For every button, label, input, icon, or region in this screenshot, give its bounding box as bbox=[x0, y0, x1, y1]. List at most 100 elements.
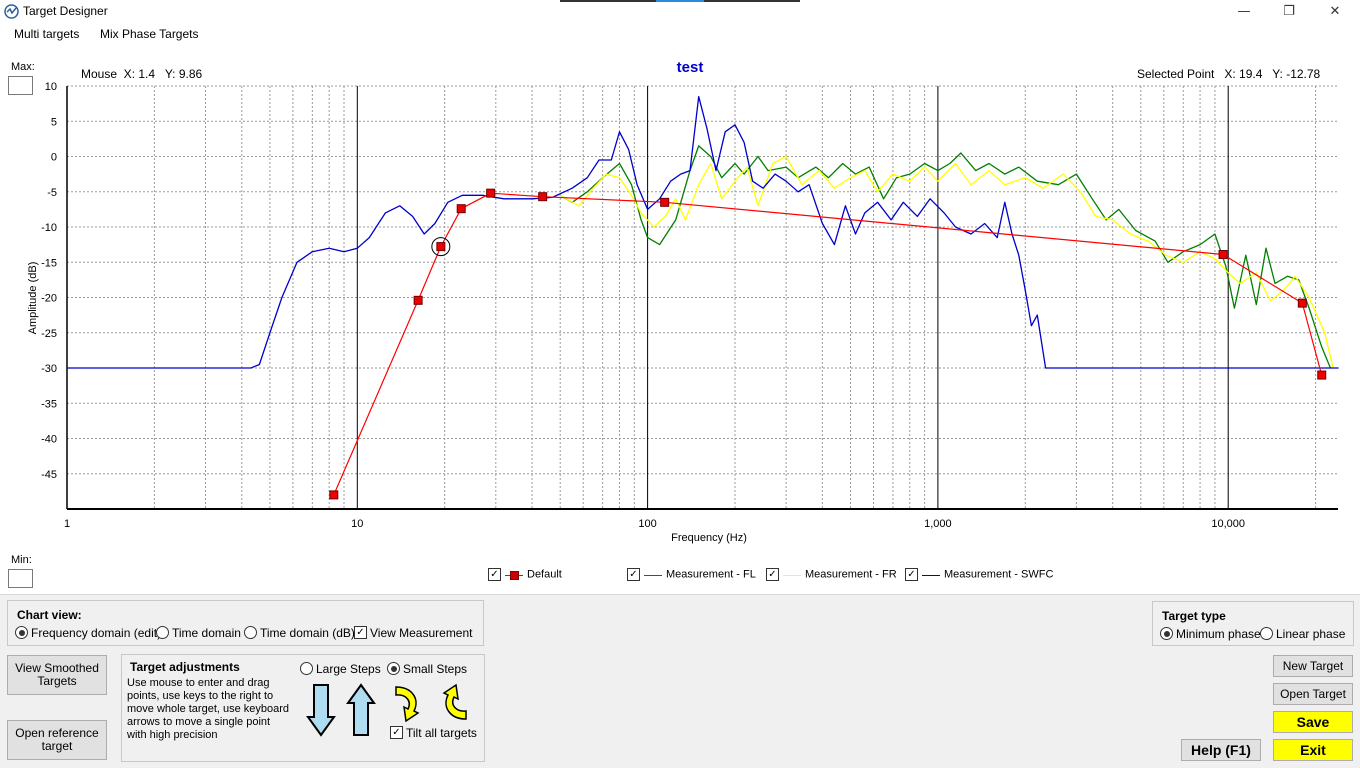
checkbox-view-measurement-label: View Measurement bbox=[370, 625, 473, 640]
x-tick-label: 100 bbox=[638, 518, 656, 530]
y-tick-label: -30 bbox=[41, 363, 57, 375]
radio-time-domain-db-label: Time domain (dB) bbox=[260, 625, 355, 640]
exit-button[interactable]: Exit bbox=[1273, 739, 1353, 761]
y-tick-label: -35 bbox=[41, 398, 57, 410]
checkbox-view-measurement-box[interactable]: ✓ bbox=[354, 626, 367, 640]
target-adjustments-group: Target adjustments Use mouse to enter an… bbox=[121, 654, 485, 762]
radio-time-domain-label: Time domain bbox=[172, 625, 241, 640]
checkbox-view-measurement[interactable]: ✓ View Measurement bbox=[354, 625, 473, 640]
menu-bar: Multi targets Mix Phase Targets bbox=[0, 24, 1360, 46]
series-line-measurement-swfc bbox=[67, 95, 1339, 369]
new-target-button[interactable]: New Target bbox=[1273, 655, 1353, 677]
y-tick-label: -5 bbox=[47, 187, 57, 199]
target-point-marker[interactable] bbox=[660, 197, 670, 207]
x-axis-label: Frequency (Hz) bbox=[671, 532, 747, 544]
radio-frequency-domain-dot[interactable] bbox=[15, 626, 28, 640]
move-down-arrow-icon[interactable] bbox=[306, 683, 336, 737]
legend-swatch-default bbox=[505, 570, 523, 580]
radio-time-domain[interactable]: Time domain bbox=[156, 625, 241, 640]
target-point-marker[interactable] bbox=[1297, 298, 1307, 308]
target-point-marker[interactable] bbox=[1218, 249, 1228, 259]
y-tick-label: -25 bbox=[41, 328, 57, 340]
legend-checkbox-fr[interactable]: ✓ bbox=[766, 568, 779, 581]
target-type-title: Target type bbox=[1162, 609, 1226, 623]
chart-view-title: Chart view: bbox=[17, 608, 82, 622]
legend-swatch-fl bbox=[644, 570, 662, 580]
radio-time-domain-db[interactable]: Time domain (dB) bbox=[244, 625, 355, 640]
legend-swatch-fr bbox=[783, 570, 801, 580]
open-target-button[interactable]: Open Target bbox=[1273, 683, 1353, 705]
legend-swatch-swfc bbox=[922, 570, 940, 580]
window-title: Target Designer bbox=[23, 4, 108, 18]
radio-linear-phase[interactable]: Linear phase bbox=[1260, 626, 1345, 641]
radio-minimum-phase[interactable]: Minimum phase bbox=[1160, 626, 1261, 641]
y-tick-label: 10 bbox=[45, 81, 57, 93]
radio-small-steps-dot[interactable] bbox=[387, 662, 400, 676]
radio-time-domain-dot[interactable] bbox=[156, 626, 169, 640]
radio-linear-phase-dot[interactable] bbox=[1260, 627, 1273, 641]
chart-markers[interactable] bbox=[329, 188, 1327, 500]
frequency-response-chart[interactable]: 10 5 0 -5 -10 -15 -20 -25 -30 -35 -40 -45 1 10 100 1,00… bbox=[0, 46, 1360, 594]
target-adjustments-description: Use mouse to enter and drag points, use … bbox=[127, 677, 290, 741]
y-tick-label: 5 bbox=[51, 116, 57, 128]
open-reference-target-button[interactable]: Open reference target bbox=[7, 720, 107, 760]
maximize-button[interactable]: ❐ bbox=[1266, 0, 1312, 24]
legend-checkbox-fl[interactable]: ✓ bbox=[627, 568, 640, 581]
radio-large-steps[interactable]: Large Steps bbox=[300, 661, 381, 676]
x-tick-label: 10 bbox=[351, 518, 363, 530]
legend-item-default[interactable]: ✓ Default bbox=[488, 568, 562, 581]
legend-checkbox-swfc[interactable]: ✓ bbox=[905, 568, 918, 581]
radio-small-steps-label: Small Steps bbox=[403, 661, 468, 676]
title-bar[interactable]: Target Designer — ❐ ✕ bbox=[0, 0, 1360, 24]
x-tick-label: 1 bbox=[64, 518, 70, 530]
menu-mix-phase-targets[interactable]: Mix Phase Targets bbox=[100, 27, 199, 41]
target-point-marker[interactable] bbox=[486, 188, 496, 198]
radio-small-steps[interactable]: Small Steps bbox=[387, 661, 467, 676]
chart-view-group: Chart view: Frequency domain (edit) Time… bbox=[7, 600, 484, 646]
move-up-arrow-icon[interactable] bbox=[346, 683, 376, 737]
radio-frequency-domain[interactable]: Frequency domain (edit) bbox=[15, 625, 161, 640]
radio-minimum-phase-dot[interactable] bbox=[1160, 627, 1173, 641]
target-type-group: Target type Minimum phase Linear phase bbox=[1152, 601, 1354, 646]
legend-item-swfc[interactable]: ✓ Measurement - SWFC bbox=[905, 568, 1053, 581]
y-tick-label: -40 bbox=[41, 434, 57, 446]
checkbox-tilt-all-targets-label: Tilt all targets bbox=[406, 725, 477, 740]
y-tick-label: -20 bbox=[41, 293, 57, 305]
legend-item-fr[interactable]: ✓ Measurement - FR bbox=[766, 568, 897, 581]
legend-label-default: Default bbox=[527, 568, 562, 581]
help-button[interactable]: Help (F1) bbox=[1181, 739, 1261, 761]
radio-large-steps-label: Large Steps bbox=[316, 661, 381, 676]
view-smoothed-targets-button[interactable]: View Smoothed Targets bbox=[7, 655, 107, 695]
target-adjustments-title: Target adjustments bbox=[130, 660, 240, 674]
legend-label-fl: Measurement - FL bbox=[666, 568, 756, 581]
save-button[interactable]: Save bbox=[1273, 711, 1353, 733]
close-button[interactable]: ✕ bbox=[1312, 0, 1358, 24]
tilt-clockwise-arrow-icon[interactable] bbox=[390, 683, 424, 723]
x-tick-label: 10,000 bbox=[1211, 518, 1245, 530]
tilt-counterclockwise-arrow-icon[interactable] bbox=[438, 683, 472, 723]
x-tick-label: 1,000 bbox=[924, 518, 952, 530]
target-point-marker[interactable] bbox=[413, 295, 423, 305]
radio-frequency-domain-label: Frequency domain (edit) bbox=[31, 625, 162, 640]
y-axis-label: Amplitude (dB) bbox=[27, 262, 39, 335]
minimize-button[interactable]: — bbox=[1221, 0, 1267, 24]
target-point-marker[interactable] bbox=[329, 490, 339, 500]
menu-multi-targets[interactable]: Multi targets bbox=[14, 27, 79, 41]
legend-label-fr: Measurement - FR bbox=[805, 568, 897, 581]
y-tick-label: -15 bbox=[41, 257, 57, 269]
radio-large-steps-dot[interactable] bbox=[300, 662, 313, 676]
legend-checkbox-default[interactable]: ✓ bbox=[488, 568, 501, 581]
target-point-marker[interactable] bbox=[538, 192, 548, 202]
target-point-marker[interactable] bbox=[1317, 370, 1327, 380]
checkbox-tilt-all-targets-box[interactable]: ✓ bbox=[390, 726, 403, 740]
target-point-marker[interactable] bbox=[456, 204, 466, 214]
series-line-default bbox=[333, 192, 1323, 496]
target-point-marker[interactable] bbox=[436, 242, 446, 252]
y-tick-label: -10 bbox=[41, 222, 57, 234]
y-tick-label: 0 bbox=[51, 152, 57, 164]
radio-minimum-phase-label: Minimum phase bbox=[1176, 626, 1261, 641]
radio-time-domain-db-dot[interactable] bbox=[244, 626, 257, 640]
legend-item-fl[interactable]: ✓ Measurement - FL bbox=[627, 568, 756, 581]
checkbox-tilt-all-targets[interactable]: ✓ Tilt all targets bbox=[390, 725, 477, 740]
app-icon bbox=[4, 4, 19, 19]
